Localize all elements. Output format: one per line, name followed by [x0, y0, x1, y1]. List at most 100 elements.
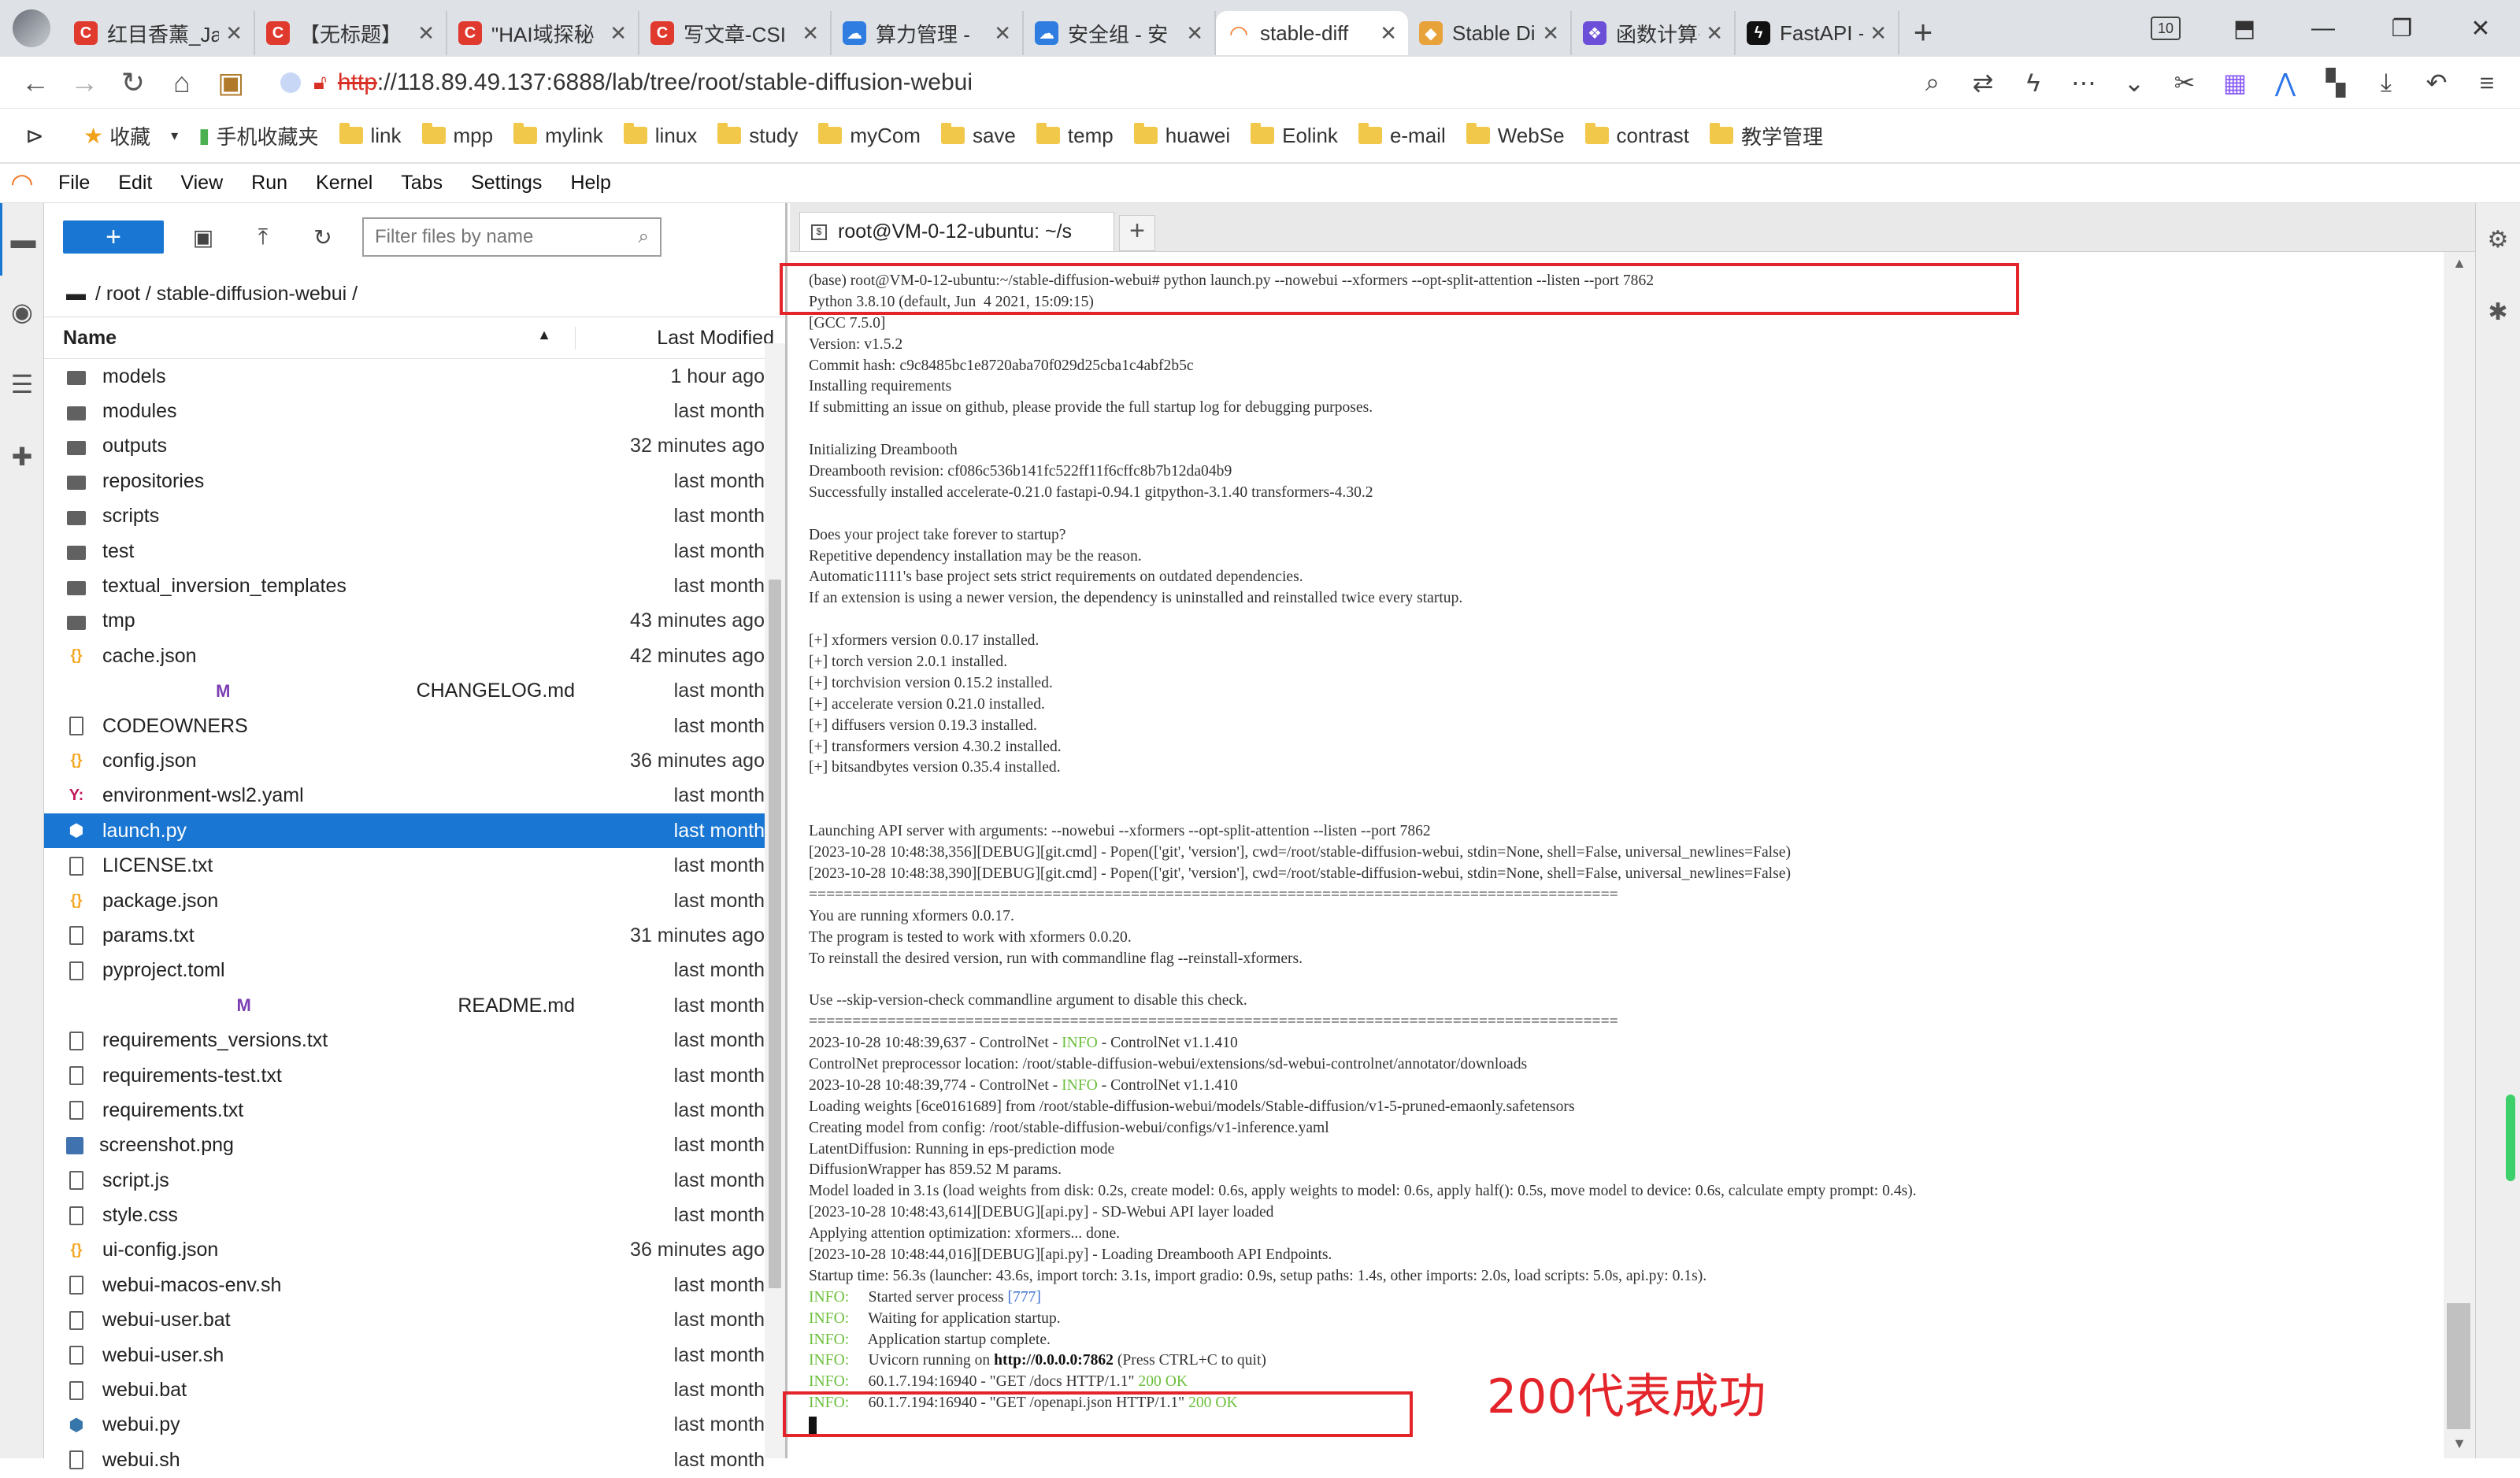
file-row[interactable]: pyproject.toml last month: [44, 954, 785, 988]
file-row[interactable]: requirements-test.txt last month: [44, 1058, 785, 1093]
address-bar[interactable]: 🔓︎ http ://118.89.49.137:6888/lab/tree/r…: [280, 65, 1855, 101]
bookmark-item[interactable]: Eolink: [1251, 123, 1338, 148]
file-row[interactable]: {} config.json 36 minutes ago: [44, 743, 785, 778]
new-launcher-button[interactable]: +: [63, 220, 164, 254]
close-tab-icon[interactable]: ✕: [1542, 21, 1559, 46]
file-row[interactable]: script.js last month: [44, 1163, 785, 1198]
breadcrumb-path[interactable]: / root / stable-diffusion-webui /: [95, 283, 358, 306]
terminal-tab[interactable]: $ root@VM-0-12-ubuntu: ~/s: [799, 212, 1114, 251]
browser-tab[interactable]: ◠ stable-diff ✕: [1216, 11, 1408, 55]
browser-tab[interactable]: ☁ 算力管理 - ✕: [832, 11, 1024, 55]
bookmark-item[interactable]: save: [940, 123, 1016, 148]
apps-icon[interactable]: ▚: [2311, 68, 2361, 98]
ext-icon[interactable]: ⋀: [2260, 68, 2311, 98]
bookmark-item[interactable]: study: [717, 123, 798, 148]
forward-icon[interactable]: →: [60, 66, 109, 99]
home-icon[interactable]: ⌂: [158, 66, 206, 99]
file-row[interactable]: requirements.txt last month: [44, 1093, 785, 1128]
chevron-down-icon[interactable]: ▾: [171, 128, 178, 144]
profile-avatar[interactable]: [0, 0, 63, 57]
minimize-button[interactable]: —: [2284, 15, 2362, 42]
file-row[interactable]: {} cache.json 42 minutes ago: [44, 639, 785, 673]
new-tab-button[interactable]: +: [1899, 13, 1947, 51]
site-info-icon[interactable]: [280, 72, 301, 93]
file-row[interactable]: Y: environment-wsl2.yaml last month: [44, 779, 785, 813]
menu-file[interactable]: File: [44, 172, 104, 194]
browser-tab[interactable]: C "HAI域探秘 ✕: [447, 11, 639, 55]
folder-icon[interactable]: ▬: [66, 283, 86, 306]
file-row[interactable]: LICENSE.txt last month: [44, 848, 785, 883]
close-tab-icon[interactable]: ✕: [1870, 21, 1887, 46]
file-list-scrollbar[interactable]: [765, 343, 785, 1458]
maximize-button[interactable]: ❐: [2362, 15, 2441, 43]
bookmark-item[interactable]: temp: [1036, 123, 1114, 148]
menu-tabs[interactable]: Tabs: [387, 172, 457, 194]
file-row[interactable]: scripts last month: [44, 499, 785, 534]
file-row[interactable]: webui-user.bat last month: [44, 1303, 785, 1338]
collections-icon[interactable]: ⬒: [2205, 15, 2284, 43]
menu-edit[interactable]: Edit: [104, 172, 166, 194]
bookmark-item[interactable]: huawei: [1133, 123, 1230, 148]
menu-view[interactable]: View: [166, 172, 237, 194]
file-row[interactable]: webui-user.sh last month: [44, 1338, 785, 1372]
close-window-button[interactable]: ✕: [2441, 15, 2520, 43]
browser-tab[interactable]: C 写文章-CSI ✕: [639, 11, 832, 55]
file-row[interactable]: test last month: [44, 534, 785, 569]
translate-ext-icon[interactable]: ▦: [2210, 68, 2260, 98]
menu-kernel[interactable]: Kernel: [302, 172, 387, 194]
file-row[interactable]: screenshot.png last month: [44, 1128, 785, 1163]
close-tab-icon[interactable]: ✕: [417, 21, 435, 46]
file-row[interactable]: M README.md last month: [44, 988, 785, 1023]
close-tab-icon[interactable]: ✕: [610, 21, 627, 46]
file-row[interactable]: requirements_versions.txt last month: [44, 1023, 785, 1058]
column-name[interactable]: Name ▲: [44, 327, 575, 350]
new-folder-icon[interactable]: ▣: [173, 224, 233, 250]
bookmark-item[interactable]: 教学管理: [1710, 121, 1823, 150]
undo-icon[interactable]: ↶: [2411, 68, 2462, 98]
file-row[interactable]: ⬢ launch.py last month: [44, 813, 785, 849]
file-row[interactable]: models 1 hour ago: [44, 359, 785, 394]
file-row[interactable]: tmp 43 minutes ago: [44, 604, 785, 639]
more-icon[interactable]: ⋯: [2059, 68, 2109, 98]
file-row[interactable]: M CHANGELOG.md last month: [44, 674, 785, 709]
reload-icon[interactable]: ↻: [109, 66, 158, 99]
running-sessions-icon[interactable]: ◉: [0, 276, 44, 348]
file-row[interactable]: {} ui-config.json 36 minutes ago: [44, 1233, 785, 1268]
search-icon[interactable]: ⌕: [1907, 68, 1958, 98]
debugger-icon[interactable]: ✱: [2476, 276, 2520, 348]
scrollbar-thumb[interactable]: [2447, 1303, 2470, 1429]
menu-icon[interactable]: ≡: [2462, 69, 2512, 98]
table-of-contents-icon[interactable]: ☰: [0, 348, 44, 420]
file-row[interactable]: style.css last month: [44, 1198, 785, 1232]
file-row[interactable]: params.txt 31 minutes ago: [44, 918, 785, 953]
file-row[interactable]: modules last month: [44, 394, 785, 428]
bookmark-item[interactable]: contrast: [1584, 123, 1689, 148]
translate-icon[interactable]: ⇄: [1958, 68, 2008, 98]
browser-tab[interactable]: ☁ 安全组 - 安 ✕: [1024, 11, 1216, 55]
bookmark-item[interactable]: linux: [623, 123, 697, 148]
file-row[interactable]: webui-macos-env.sh last month: [44, 1268, 785, 1302]
back-icon[interactable]: ←: [11, 66, 60, 99]
file-row[interactable]: textual_inversion_templates last month: [44, 569, 785, 603]
scroll-down-icon[interactable]: ▼: [2444, 1435, 2475, 1452]
file-row[interactable]: {} package.json last month: [44, 883, 785, 918]
bookmark-item[interactable]: WebSe: [1466, 123, 1565, 148]
file-row[interactable]: webui.bat last month: [44, 1372, 785, 1407]
close-tab-icon[interactable]: ✕: [225, 21, 243, 46]
file-row[interactable]: webui.sh last month: [44, 1443, 785, 1477]
add-tab-button[interactable]: +: [1119, 215, 1155, 251]
close-tab-icon[interactable]: ✕: [802, 21, 819, 46]
tab-count-badge[interactable]: 10: [2151, 17, 2181, 40]
refresh-icon[interactable]: ↻: [293, 224, 353, 250]
close-tab-icon[interactable]: ✕: [1380, 21, 1397, 46]
scroll-up-icon[interactable]: ▲: [2444, 255, 2475, 272]
browser-tab[interactable]: C 【无标题】 ✕: [255, 11, 447, 55]
close-tab-icon[interactable]: ✕: [994, 21, 1011, 46]
terminal-scrollbar[interactable]: ▲ ▼: [2444, 252, 2475, 1458]
lightning-icon[interactable]: ϟ: [2008, 69, 2059, 98]
menu-run[interactable]: Run: [237, 172, 302, 194]
bookmark-item[interactable]: ▮ 手机收藏夹: [198, 121, 318, 150]
chevron-down-icon[interactable]: ⌄: [2109, 68, 2159, 98]
filter-files-input[interactable]: Filter files by name ⌕: [362, 217, 662, 257]
browser-tab[interactable]: ◆ Stable Diff✕: [1408, 11, 1572, 55]
